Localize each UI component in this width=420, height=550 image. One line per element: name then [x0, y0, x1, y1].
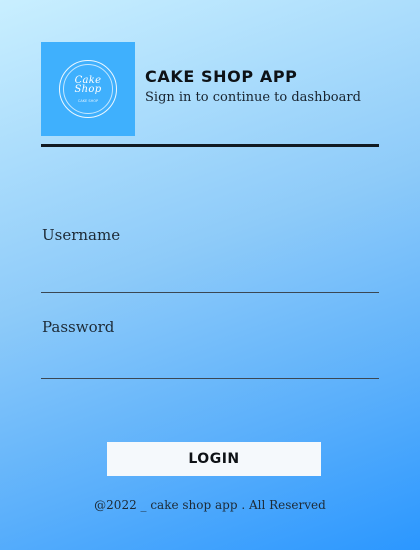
logo-text-small: CAKE SHOP [77, 98, 99, 103]
footer-copyright: @2022 _ cake shop app . All Reserved [94, 498, 326, 512]
header-divider [41, 144, 379, 147]
logo-badge: Cake Shop CAKE SHOP [59, 60, 117, 118]
login-button[interactable]: LOGIN [107, 442, 321, 476]
username-label: Username [42, 226, 121, 244]
password-input[interactable] [41, 351, 379, 379]
username-input[interactable] [41, 265, 379, 293]
logo: Cake Shop CAKE SHOP [41, 42, 135, 136]
app-subtitle: Sign in to continue to dashboard [145, 90, 361, 105]
logo-text-line1: Cake [74, 74, 102, 86]
app-title: CAKE SHOP APP [145, 67, 298, 86]
logo-text-line2: Shop [74, 83, 102, 95]
password-label: Password [42, 318, 115, 336]
